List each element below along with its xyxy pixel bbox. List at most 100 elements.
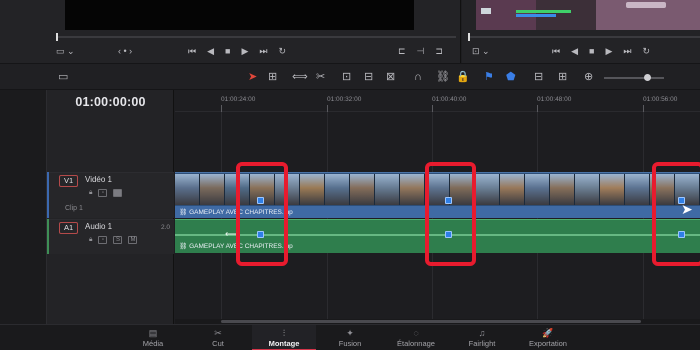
page-tab-fairlight[interactable]: ♫ Fairlight: [450, 325, 514, 350]
timeline-loop-icon[interactable]: ↻: [643, 46, 651, 56]
ruler-tick: [327, 105, 328, 112]
source-loop-icon[interactable]: ↻: [279, 46, 287, 56]
page-label: Fusion: [338, 339, 362, 348]
timeline-viewer-screen: [476, 0, 700, 30]
page-tab-cut[interactable]: ✂ Cut: [186, 325, 250, 350]
timeline-view-options-icon[interactable]: ▭: [58, 71, 68, 83]
timeline-ruler[interactable]: 01:00:24:00 01:00:32:00 01:00:40:00 01:00:4…: [175, 90, 700, 112]
overwrite-clip-icon[interactable]: ⊟: [364, 71, 373, 83]
linked-selection-icon[interactable]: ⛓: [436, 71, 450, 83]
selection-arrow-icon[interactable]: ➤: [248, 71, 257, 83]
page-label: Cut: [212, 339, 224, 348]
timeline-gridline: [643, 112, 644, 324]
source-go-to-start-icon[interactable]: ⏮: [188, 46, 196, 56]
source-viewer-screen: [65, 0, 414, 30]
position-lock-icon[interactable]: 🔒: [456, 71, 470, 83]
track-header-v1[interactable]: V1 Vidéo 1 🔒︎ ▫ Clip 1: [47, 172, 174, 218]
video-toggle-icon[interactable]: [113, 189, 123, 197]
track-name-v1[interactable]: Vidéo 1: [85, 175, 112, 184]
page-icon: 🚀: [542, 328, 554, 338]
track-v1-accent: [47, 172, 49, 218]
viewer-options-icon[interactable]: ▭ ⌄: [56, 46, 75, 56]
insert-clip-icon[interactable]: ⊡: [342, 71, 351, 83]
dynamic-trim-icon[interactable]: ⟺: [292, 71, 308, 83]
highlight-box-2: [425, 162, 476, 266]
zoom-detail-icon[interactable]: ⊟: [534, 71, 543, 83]
ruler-label: 01:00:32:00: [327, 96, 362, 103]
video-thumbnail: [525, 174, 550, 205]
page-label: Fairlight: [468, 339, 496, 348]
page-label: Étalonnage: [397, 339, 435, 348]
flag-icon[interactable]: ⚑: [484, 71, 494, 83]
video-thumbnail: [575, 174, 600, 205]
source-stop-icon[interactable]: ■: [225, 46, 230, 56]
video-thumbnail: [350, 174, 375, 205]
timeline-reverse-icon[interactable]: ◀: [571, 46, 578, 56]
zoom-slider[interactable]: [604, 77, 664, 79]
page-navigation-bar: ▤ Média ✂ Cut ⫶ Montage ✦ Fusion ◌ Étalonnage ♫ Fai…: [0, 324, 700, 350]
timeline-scrubber[interactable]: [468, 33, 700, 41]
ruler-label: 01:00:48:00: [537, 96, 572, 103]
timeline-go-to-start-icon[interactable]: ⏮: [552, 46, 560, 56]
source-go-to-end-icon[interactable]: ⏭: [259, 46, 267, 56]
replace-clip-icon[interactable]: ⊠: [386, 71, 395, 83]
page-tab-etalonnage[interactable]: ◌ Étalonnage: [384, 325, 448, 350]
timeline-viewer: ⊡ ⌄ ⏮ ◀ ■ ▶ ⏭ ↻: [462, 0, 700, 63]
page-icon: ✂: [214, 328, 222, 338]
marker-icon[interactable]: ⬟: [506, 71, 516, 83]
jog-icon[interactable]: ‹ • ›: [118, 46, 132, 56]
ruler-tick: [221, 105, 222, 112]
page-icon: ▤: [148, 328, 158, 338]
page-label: Exportation: [529, 339, 567, 348]
edit-toolbar: ▭ ➤ ⊞ ⟺ ✂ ⊡ ⊟ ⊠ ∩ ⛓ 🔒 ⚑ ⬟ ⊟ ⊞ ⊕: [0, 63, 700, 90]
source-scrubber[interactable]: [56, 33, 456, 41]
viewer-options-icon-right[interactable]: ⊡ ⌄: [472, 46, 490, 56]
highlight-box-1: [236, 162, 288, 266]
solo-button[interactable]: S: [113, 236, 123, 244]
auto-select-icon-audio[interactable]: ▫: [98, 236, 108, 244]
left-gutter: [0, 90, 47, 324]
page-tab-fusion[interactable]: ✦ Fusion: [318, 325, 382, 350]
timeline-gridline: [537, 112, 538, 324]
page-tab-montage[interactable]: ⫶ Montage: [252, 325, 316, 350]
video-thumbnail: [550, 174, 575, 205]
ruler-tick: [537, 105, 538, 112]
video-thumbnail: [200, 174, 225, 205]
mark-clip-icon[interactable]: ⊣: [417, 46, 425, 56]
track-name-a1[interactable]: Audio 1: [85, 222, 112, 231]
source-reverse-icon[interactable]: ◀: [207, 46, 214, 56]
zoom-slider-knob[interactable]: [644, 74, 651, 81]
ruler-label: 01:00:56:00: [643, 96, 678, 103]
mark-in-icon[interactable]: ⊏: [398, 46, 406, 56]
video-thumbnail: [600, 174, 625, 205]
page-tab-media[interactable]: ▤ Média: [121, 325, 185, 350]
track-a1-accent: [47, 219, 49, 254]
page-icon: ◌: [413, 328, 419, 338]
video-thumbnail: [475, 174, 500, 205]
page-icon: ♫: [478, 328, 486, 338]
mute-button[interactable]: M: [128, 236, 138, 244]
blade-tool-icon[interactable]: ✂: [316, 71, 325, 83]
source-viewer: ▭ ⌄ ‹ • › ⏮ ◀ ■ ▶ ⏭ ↻ ⊏ ⊣ ⊐: [0, 0, 461, 63]
timeline-stop-icon[interactable]: ■: [589, 46, 594, 56]
snapping-icon[interactable]: ∩: [414, 71, 422, 83]
track-badge-v1[interactable]: V1: [59, 175, 79, 187]
zoom-full-icon[interactable]: ⊕: [584, 71, 593, 83]
track-header-a1[interactable]: A1 Audio 1 2.0 🔒︎ ▫ S M: [47, 219, 174, 254]
mark-out-icon[interactable]: ⊐: [435, 46, 443, 56]
track-badge-a1[interactable]: A1: [59, 222, 79, 234]
video-thumbnail: [300, 174, 325, 205]
source-play-icon[interactable]: ▶: [241, 46, 248, 56]
trim-tool-icon[interactable]: ⊞: [268, 71, 277, 83]
timeline-go-to-end-icon[interactable]: ⏭: [623, 46, 631, 56]
ruler-tick: [643, 105, 644, 112]
auto-select-icon[interactable]: ▫: [98, 189, 108, 197]
zoom-custom-icon[interactable]: ⊞: [558, 71, 567, 83]
lock-icon[interactable]: 🔒︎: [89, 189, 92, 197]
timeline-gridline: [221, 112, 222, 324]
lock-icon-audio[interactable]: 🔒︎: [89, 236, 92, 244]
mouse-cursor-icon: ➤: [681, 201, 693, 217]
page-tab-exportation[interactable]: 🚀 Exportation: [516, 325, 580, 350]
timeline-play-icon[interactable]: ▶: [605, 46, 612, 56]
video-thumbnail: [175, 174, 200, 205]
